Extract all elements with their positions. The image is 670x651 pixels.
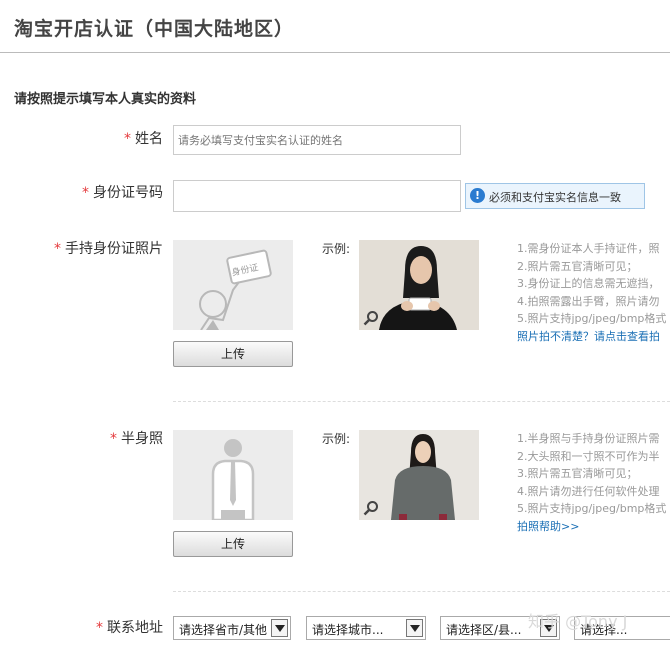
page-title: 淘宝开店认证（中国大陆地区） — [14, 18, 295, 40]
id-photo-rules: 1.需身份证本人手持证件，照 2.照片需五官清晰可见； 3.身份证上的信息需无遮… — [517, 240, 666, 345]
person-silhouette-icon — [211, 439, 255, 522]
rule-item: 5.照片支持jpg/jpeg/bmp格式 — [517, 312, 667, 325]
rule-item: 1.需身份证本人手持证件，照 — [517, 242, 660, 255]
section-divider — [173, 401, 670, 402]
half-body-label-text: 半身照 — [121, 431, 163, 447]
watermark: 知乎 @Tony J — [528, 612, 628, 631]
required-mark: * — [110, 431, 117, 447]
required-mark: * — [54, 241, 61, 257]
city-select[interactable]: 请选择城市... — [306, 616, 426, 640]
tip-text: 必须和支付宝实名信息一致 — [489, 191, 621, 204]
photo-help-link[interactable]: 照片拍不清楚？请点击查看拍 — [517, 328, 666, 346]
half-body-sample-image[interactable] — [359, 430, 479, 520]
photo-help-link[interactable]: 拍照帮助>> — [517, 518, 666, 536]
required-mark: * — [96, 620, 103, 636]
required-mark: * — [124, 131, 131, 147]
id-photo-label: * 手持身份证照片 — [54, 238, 163, 258]
id-photo-placeholder: 身份证 — [173, 240, 293, 331]
select-value: 请选择省市/其他 — [179, 623, 268, 637]
required-mark: * — [82, 185, 89, 201]
select-value: 请选择城市... — [312, 623, 384, 637]
id-photo-sample-image[interactable] — [359, 240, 479, 330]
half-body-rules: 1.半身照与手持身份证照片需 2.大头照和一寸照不可作为半 3.照片需五官清晰可… — [517, 430, 666, 535]
zoom-icon[interactable] — [363, 310, 379, 326]
hand-holding-id-icon: 身份证 — [199, 249, 272, 331]
rule-item: 4.照片请勿进行任何软件处理 — [517, 484, 660, 498]
address-label-text: 联系地址 — [107, 620, 163, 636]
id-photo-upload-button[interactable]: 上传 — [173, 341, 293, 367]
chevron-down-icon[interactable] — [271, 619, 288, 637]
id-photo-label-text: 手持身份证照片 — [65, 241, 163, 257]
name-label-text: 姓名 — [135, 131, 163, 147]
address-label: * 联系地址 — [96, 617, 163, 637]
id-number-input[interactable] — [173, 180, 461, 212]
info-icon: ! — [470, 188, 485, 203]
half-body-label: * 半身照 — [110, 428, 163, 448]
province-select[interactable]: 请选择省市/其他 — [173, 616, 291, 640]
id-number-label-text: 身份证号码 — [93, 185, 163, 201]
zoom-icon[interactable] — [363, 500, 379, 516]
title-divider — [0, 52, 670, 53]
id-number-tip: ! 必须和支付宝实名信息一致 — [465, 183, 645, 209]
rule-item: 4.拍照需露出手臂，照片请勿 — [517, 294, 660, 308]
rule-item: 3.照片需五官清晰可见； — [517, 467, 638, 480]
rule-item: 5.照片支持jpg/jpeg/bmp格式 — [517, 502, 667, 515]
name-label: * 姓名 — [124, 128, 163, 148]
half-body-upload-button[interactable]: 上传 — [173, 531, 293, 557]
section-title: 请按照提示填写本人真实的资料 — [14, 92, 197, 107]
rule-item: 2.大头照和一寸照不可作为半 — [517, 449, 660, 463]
select-value: 请选择区/县... — [446, 623, 522, 637]
id-photo-sample-label: 示例: — [322, 242, 351, 256]
rule-item: 3.身份证上的信息需无遮挡， — [517, 277, 660, 290]
half-body-placeholder — [173, 430, 293, 522]
chevron-down-icon[interactable] — [406, 619, 423, 637]
section-divider — [173, 591, 670, 592]
rule-item: 2.照片需五官清晰可见； — [517, 259, 638, 273]
rule-item: 1.半身照与手持身份证照片需 — [517, 432, 660, 445]
id-number-label: * 身份证号码 — [82, 182, 163, 202]
half-body-sample-label: 示例: — [322, 432, 351, 446]
name-input[interactable] — [173, 125, 461, 155]
